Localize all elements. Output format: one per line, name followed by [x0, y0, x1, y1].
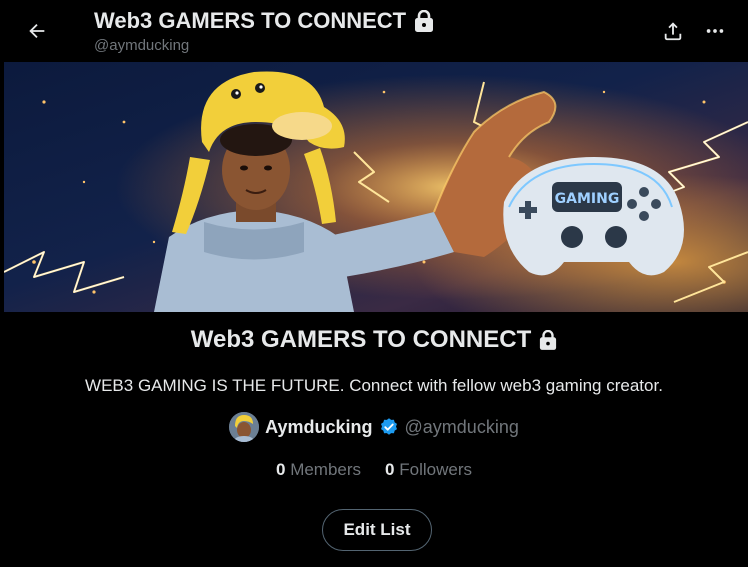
avatar[interactable]: [229, 412, 260, 442]
edit-list-button[interactable]: Edit List: [322, 509, 432, 551]
more-button[interactable]: [698, 14, 732, 48]
list-description: WEB3 GAMING IS THE FUTURE. Connect with …: [85, 376, 663, 395]
more-horizontal-icon: [706, 29, 724, 33]
followers-stat[interactable]: 0 Followers: [385, 460, 472, 480]
arrow-left-icon: [29, 23, 45, 39]
share-icon: [664, 22, 682, 41]
lock-icon: [540, 330, 557, 350]
list-stats: 0 Members 0 Followers: [0, 460, 748, 480]
header-title-block: Web3 GAMERS TO CONNECT @aymducking: [94, 6, 434, 56]
members-stat[interactable]: 0 Members: [276, 460, 361, 480]
list-title: Web3 GAMERS TO CONNECT: [0, 326, 748, 354]
verified-badge-icon: [380, 418, 397, 435]
list-banner-image: GAMING: [4, 62, 748, 312]
header-title: Web3 GAMERS TO CONNECT: [94, 6, 434, 36]
header-handle: @aymducking: [94, 37, 190, 54]
svg-text:GAMING: GAMING: [555, 191, 620, 207]
avatar-image: [229, 412, 260, 442]
back-button[interactable]: [20, 14, 54, 48]
lock-icon: [415, 10, 434, 32]
owner-handle[interactable]: @aymducking: [405, 417, 519, 438]
list-owner[interactable]: Aymducking @aymducking: [0, 412, 748, 442]
followers-label: Followers: [399, 460, 472, 479]
list-title-text: Web3 GAMERS TO CONNECT: [190, 326, 532, 353]
members-count: 0: [275, 460, 286, 479]
owner-name[interactable]: Aymducking: [265, 417, 372, 438]
followers-count: 0: [385, 460, 395, 479]
top-header: Web3 GAMERS TO CONNECT @aymducking: [0, 0, 748, 62]
list-page: Web3 GAMERS TO CONNECT @aymducking GAMIN…: [0, 0, 748, 567]
header-title-text: Web3 GAMERS TO CONNECT: [94, 8, 407, 33]
members-label: Members: [290, 460, 362, 479]
banner-illustration: GAMING: [4, 62, 748, 312]
share-button[interactable]: [656, 14, 690, 48]
